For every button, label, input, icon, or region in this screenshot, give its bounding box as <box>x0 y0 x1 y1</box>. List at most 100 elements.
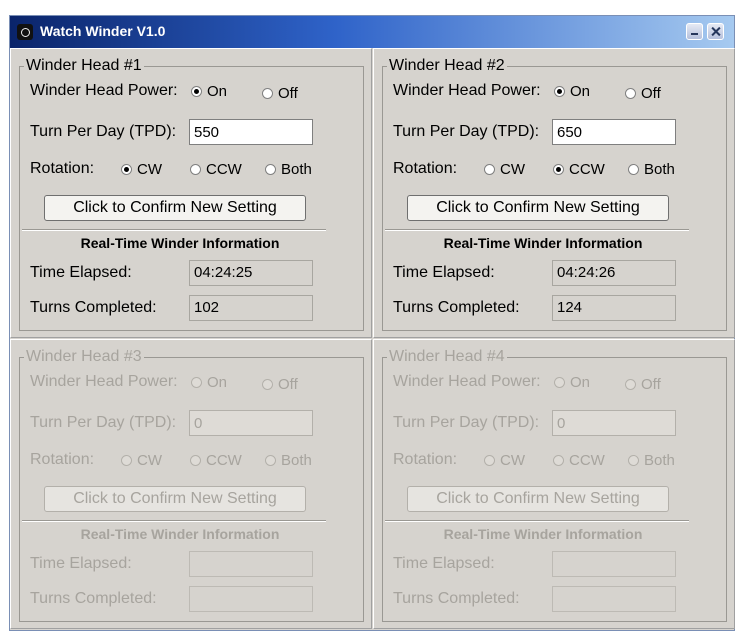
time-elapsed-value: 04:24:25 <box>189 260 313 286</box>
radio-icon <box>262 88 273 99</box>
tpd-input <box>189 410 313 436</box>
time-elapsed-label: Time Elapsed: <box>30 555 132 572</box>
power-off-radio: Off <box>262 376 298 393</box>
app-window: Watch Winder V1.0 Winder Head #1 Winder … <box>9 15 735 631</box>
tpd-input[interactable] <box>189 119 313 145</box>
info-heading: Real-Time Winder Information <box>443 526 643 542</box>
turns-completed-value: 124 <box>552 295 676 321</box>
radio-icon <box>553 455 564 466</box>
group-title: Winder Head #4 <box>387 348 507 366</box>
power-on-radio: On <box>191 374 227 391</box>
tpd-label: Turn Per Day (TPD): <box>393 123 540 140</box>
group-title: Winder Head #2 <box>387 57 507 75</box>
rotation-ccw-radio: CCW <box>553 452 605 469</box>
turns-completed-label: Turns Completed: <box>393 299 520 316</box>
power-on-radio: On <box>554 374 590 391</box>
power-off-radio: Off <box>625 376 661 393</box>
radio-icon <box>262 379 273 390</box>
window-title: Watch Winder V1.0 <box>40 23 166 39</box>
turns-completed-value <box>552 586 676 612</box>
rotation-cw-radio[interactable]: CW <box>484 161 525 178</box>
radio-icon <box>265 455 276 466</box>
power-off-radio[interactable]: Off <box>262 85 298 102</box>
winder-head-group: Winder Head #2 Winder Head Power: On Off… <box>382 57 727 331</box>
winder-head-panel-3: Winder Head #3 Winder Head Power: On Off… <box>10 339 372 629</box>
turns-completed-label: Turns Completed: <box>393 590 520 607</box>
turns-completed-label: Turns Completed: <box>30 299 157 316</box>
divider <box>22 520 326 522</box>
watch-icon <box>17 24 33 40</box>
confirm-setting-button: Click to Confirm New Setting <box>44 486 306 512</box>
turns-completed-label: Turns Completed: <box>30 590 157 607</box>
radio-icon <box>484 455 495 466</box>
time-elapsed-label: Time Elapsed: <box>393 555 495 572</box>
radio-icon <box>265 164 276 175</box>
radio-icon <box>554 86 565 97</box>
winder-head-panel-1: Winder Head #1 Winder Head Power: On Off… <box>10 48 372 338</box>
winder-head-panel-4: Winder Head #4 Winder Head Power: On Off… <box>373 339 735 629</box>
title-bar: Watch Winder V1.0 <box>10 16 734 48</box>
radio-icon <box>190 455 201 466</box>
rotation-ccw-radio[interactable]: CCW <box>190 161 242 178</box>
turns-completed-value <box>189 586 313 612</box>
tpd-label: Turn Per Day (TPD): <box>393 414 540 431</box>
rotation-ccw-radio: CCW <box>190 452 242 469</box>
divider <box>22 229 326 231</box>
info-heading: Real-Time Winder Information <box>443 235 643 251</box>
tpd-input[interactable] <box>552 119 676 145</box>
turns-completed-value: 102 <box>189 295 313 321</box>
info-heading: Real-Time Winder Information <box>80 526 280 542</box>
power-off-radio[interactable]: Off <box>625 85 661 102</box>
radio-icon <box>121 455 132 466</box>
winder-head-panel-2: Winder Head #2 Winder Head Power: On Off… <box>373 48 735 338</box>
time-elapsed-value: 04:24:26 <box>552 260 676 286</box>
tpd-input <box>552 410 676 436</box>
power-on-radio[interactable]: On <box>191 83 227 100</box>
radio-icon <box>628 455 639 466</box>
power-label: Winder Head Power: <box>30 373 178 390</box>
rotation-label: Rotation: <box>30 160 95 177</box>
tpd-label: Turn Per Day (TPD): <box>30 414 177 431</box>
power-label: Winder Head Power: <box>30 82 178 99</box>
radio-icon <box>484 164 495 175</box>
divider <box>385 229 689 231</box>
confirm-setting-button: Click to Confirm New Setting <box>407 486 669 512</box>
tpd-label: Turn Per Day (TPD): <box>30 123 177 140</box>
power-label: Winder Head Power: <box>393 373 541 390</box>
rotation-both-radio[interactable]: Both <box>628 161 675 178</box>
minimize-icon[interactable] <box>686 23 703 40</box>
rotation-cw-radio: CW <box>121 452 162 469</box>
group-title: Winder Head #1 <box>24 57 144 75</box>
group-title: Winder Head #3 <box>24 348 144 366</box>
time-elapsed-label: Time Elapsed: <box>30 264 132 281</box>
radio-icon <box>121 164 132 175</box>
rotation-both-radio[interactable]: Both <box>265 161 312 178</box>
radio-icon <box>553 164 564 175</box>
rotation-label: Rotation: <box>393 451 458 468</box>
radio-icon <box>625 379 636 390</box>
rotation-ccw-radio[interactable]: CCW <box>553 161 605 178</box>
rotation-cw-radio: CW <box>484 452 525 469</box>
rotation-cw-radio[interactable]: CW <box>121 161 162 178</box>
radio-icon <box>191 377 202 388</box>
radio-icon <box>190 164 201 175</box>
rotation-label: Rotation: <box>393 160 458 177</box>
radio-icon <box>554 377 565 388</box>
confirm-setting-button[interactable]: Click to Confirm New Setting <box>44 195 306 221</box>
close-icon[interactable] <box>707 23 724 40</box>
info-heading: Real-Time Winder Information <box>80 235 280 251</box>
confirm-setting-button[interactable]: Click to Confirm New Setting <box>407 195 669 221</box>
rotation-both-radio: Both <box>265 452 312 469</box>
radio-icon <box>625 88 636 99</box>
radio-icon <box>628 164 639 175</box>
rotation-label: Rotation: <box>30 451 95 468</box>
winder-head-group: Winder Head #1 Winder Head Power: On Off… <box>19 57 364 331</box>
rotation-both-radio: Both <box>628 452 675 469</box>
time-elapsed-label: Time Elapsed: <box>393 264 495 281</box>
power-label: Winder Head Power: <box>393 82 541 99</box>
winder-head-group: Winder Head #4 Winder Head Power: On Off… <box>382 348 727 622</box>
radio-icon <box>191 86 202 97</box>
winder-head-group: Winder Head #3 Winder Head Power: On Off… <box>19 348 364 622</box>
time-elapsed-value <box>189 551 313 577</box>
power-on-radio[interactable]: On <box>554 83 590 100</box>
